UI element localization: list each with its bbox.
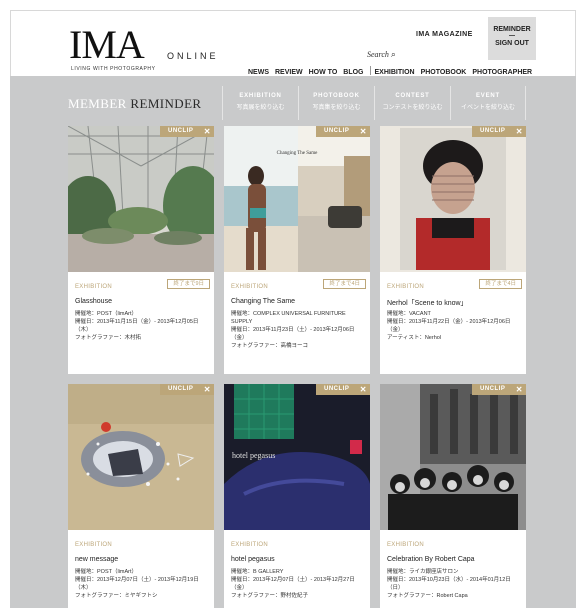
card-category: EXHIBITION: [75, 542, 113, 548]
main-nav: NEWS REVIEW HOW TO BLOG EXHIBITION PHOTOBOOK P…: [248, 66, 538, 76]
logo-online: ONLINE: [167, 51, 219, 61]
card-title[interactable]: Glasshouse: [75, 298, 209, 305]
card-title[interactable]: Celebration By Robert Capa: [387, 556, 521, 563]
card-category: EXHIBITION: [231, 284, 269, 290]
sign-out-link[interactable]: SIGN OUT: [488, 40, 536, 47]
ima-logo[interactable]: IMA: [69, 25, 145, 65]
card-meta: 開催地：COMPLEX UNIVERSAL FURNITURE SUPPLY 開…: [231, 311, 355, 349]
search-link[interactable]: Search ⌕: [367, 49, 396, 60]
page-title: MEMBER REMINDER: [68, 96, 202, 111]
days-remaining-badge: 終了まで9日: [167, 279, 210, 289]
filter-exhibition[interactable]: EXHIBITION 写真展を絞り込む: [222, 86, 298, 120]
site-header: IMA LIVING WITH PHOTOGRAPHY ONLINE IMA M…: [10, 10, 576, 76]
nav-photographer[interactable]: PHOTOGRAPHER: [472, 69, 532, 76]
nav-news[interactable]: NEWS: [248, 69, 269, 76]
reminder-box: REMINDER SIGN OUT: [488, 17, 536, 60]
event-card[interactable]: UNCLIP ✕ EXHIBITION Celebration By Robert…: [380, 384, 526, 608]
card-category: EXHIBITION: [75, 284, 113, 290]
nav-review[interactable]: REVIEW: [275, 69, 303, 76]
unclip-button[interactable]: UNCLIP ✕: [472, 126, 526, 137]
unclip-button[interactable]: UNCLIP ✕: [160, 384, 214, 395]
unclip-button[interactable]: UNCLIP ✕: [316, 126, 370, 137]
close-icon: ✕: [359, 127, 367, 136]
card-image-changing-the-same[interactable]: Changing The Same: [224, 126, 370, 272]
days-remaining-badge: 終了まで4日: [479, 279, 522, 289]
filter-photobook[interactable]: PHOTOBOOK 写真集を絞り込む: [298, 86, 374, 120]
card-image-new-message[interactable]: [68, 384, 214, 530]
card-title[interactable]: Changing The Same: [231, 298, 365, 305]
card-image-glasshouse[interactable]: [68, 126, 214, 272]
search-label: Search: [367, 50, 389, 59]
card-title[interactable]: Nerhol「Scene to know」: [387, 298, 521, 308]
event-card[interactable]: hotel pegasus UNCLIP ✕ EXHIBITION hotel p…: [224, 384, 370, 608]
event-card[interactable]: Changing The Same UNCLIP ✕ EXHIBITION 終了ま…: [224, 126, 370, 374]
close-icon: ✕: [203, 385, 211, 394]
image-caption: hotel pegasus: [232, 451, 275, 460]
image-caption: Changing The Same: [277, 151, 319, 156]
card-meta: 開催地：POST（limArt） 開催日：2013年12月07日（土）- 201…: [75, 569, 199, 599]
days-remaining-badge: 終了まで4日: [323, 279, 366, 289]
unclip-button[interactable]: UNCLIP ✕: [160, 126, 214, 137]
card-meta: 開催地：B GALLERY 開催日：2013年12月07日（土）- 2013年1…: [231, 569, 355, 599]
filter-contest[interactable]: CONTEST コンテストを絞り込む: [374, 86, 450, 120]
unclip-button[interactable]: UNCLIP ✕: [316, 384, 370, 395]
card-title[interactable]: hotel pegasus: [231, 556, 365, 563]
nav-separator: [369, 66, 371, 75]
search-icon: ⌕: [390, 49, 396, 59]
unclip-button[interactable]: UNCLIP ✕: [472, 384, 526, 395]
filter-event[interactable]: EVENT イベントを絞り込む: [450, 86, 526, 120]
event-card[interactable]: UNCLIP ✕ EXHIBITION 終了まで4日 Nerhol「Scene t…: [380, 126, 526, 374]
nav-exhibition[interactable]: EXHIBITION: [375, 69, 415, 76]
close-icon: ✕: [515, 127, 523, 136]
nav-photobook[interactable]: PHOTOBOOK: [421, 69, 467, 76]
logo-tagline: LIVING WITH PHOTOGRAPHY: [71, 66, 156, 72]
event-card[interactable]: UNCLIP ✕ EXHIBITION 終了まで9日 Glasshouse 開催地…: [68, 126, 214, 374]
card-meta: 開催地：POST（limArt） 開催日：2013年11月15日（金）- 201…: [75, 311, 199, 341]
card-image-robert-capa[interactable]: [380, 384, 526, 530]
card-meta: 開催地：VACANT 開催日：2013年11月22日（金）- 2013年12月0…: [387, 311, 511, 341]
close-icon: ✕: [359, 385, 367, 394]
card-meta: 開催地：ライカ銀座店サロン 開催日：2013年10月23日（水）- 2014年0…: [387, 569, 511, 599]
card-category: EXHIBITION: [387, 542, 425, 548]
close-icon: ✕: [203, 127, 211, 136]
event-card[interactable]: UNCLIP ✕ EXHIBITION new message 開催地：POST（…: [68, 384, 214, 608]
card-title[interactable]: new message: [75, 556, 209, 563]
close-icon: ✕: [515, 385, 523, 394]
nav-blog[interactable]: BLOG: [343, 69, 363, 76]
card-image-nerhol[interactable]: [380, 126, 526, 272]
reminder-link[interactable]: REMINDER: [488, 26, 536, 33]
card-category: EXHIBITION: [387, 284, 425, 290]
nav-how-to[interactable]: HOW TO: [309, 69, 338, 76]
card-image-hotel-pegasus[interactable]: hotel pegasus: [224, 384, 370, 530]
divider: [509, 35, 515, 36]
card-category: EXHIBITION: [231, 542, 269, 548]
ima-magazine-link[interactable]: IMA MAGAZINE: [416, 31, 473, 38]
